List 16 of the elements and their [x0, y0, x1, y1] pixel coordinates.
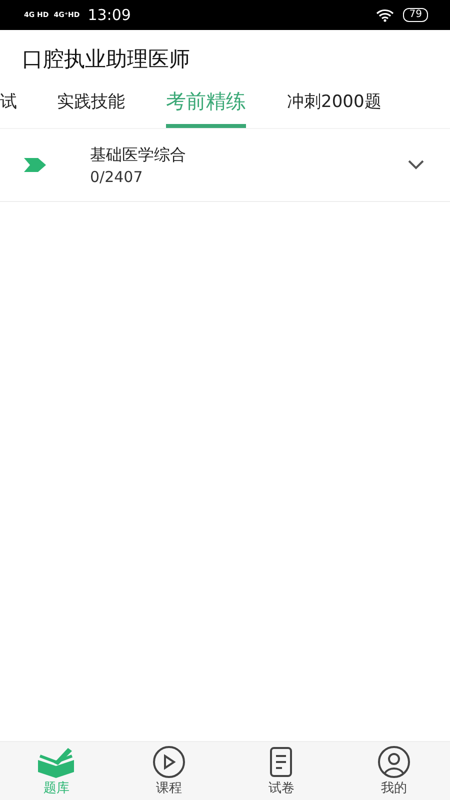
wifi-icon	[376, 8, 394, 22]
progress-count: 0/2407	[90, 168, 144, 186]
chapter-title: 基础医学综合	[90, 144, 187, 166]
nav-item[interactable]: 课程	[112, 742, 225, 800]
nav-item[interactable]: 试卷	[225, 742, 338, 800]
clock: 13:09	[88, 6, 131, 24]
battery-level: 79	[403, 8, 428, 22]
chevron-icon[interactable]	[408, 160, 424, 170]
tab[interactable]: 实践技能	[37, 78, 145, 128]
tab[interactable]: 冲刺2000题	[267, 78, 402, 128]
tab[interactable]: 试	[0, 78, 37, 128]
chapter-row[interactable]: 基础医学综合 0/2407	[0, 129, 450, 202]
page-title: 口腔执业助理医师	[22, 46, 191, 73]
tag-icon	[24, 158, 46, 172]
nav-item[interactable]: 我的	[338, 742, 450, 800]
book-icon	[36, 746, 76, 778]
